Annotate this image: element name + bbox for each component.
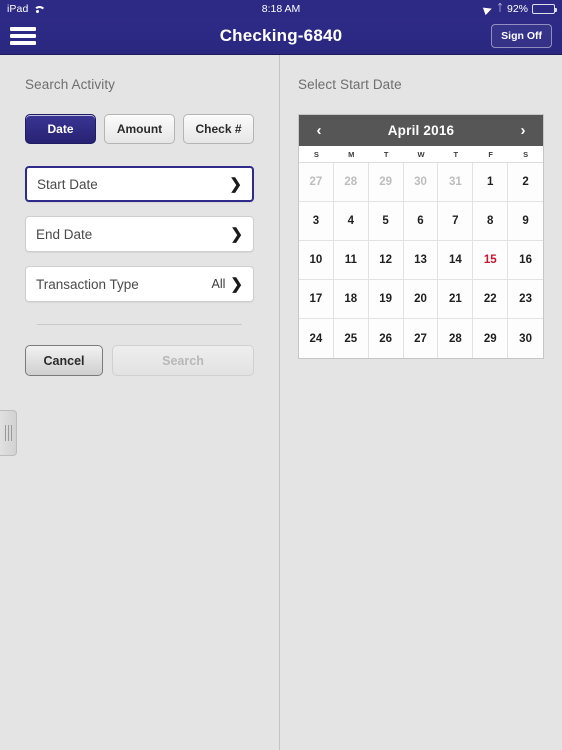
calendar-month-title: April 2016 [387, 123, 455, 138]
calendar-day[interactable]: 19 [368, 280, 404, 319]
calendar-day[interactable]: 6 [403, 202, 439, 241]
next-month-icon[interactable]: › [515, 123, 531, 138]
calendar-weekday-1: M [348, 150, 355, 159]
calendar-day[interactable]: 21 [438, 280, 474, 319]
calendar-day[interactable]: 28 [438, 319, 474, 358]
calendar-day[interactable]: 20 [403, 280, 439, 319]
calendar-day[interactable]: 25 [333, 319, 369, 358]
calendar-day[interactable]: 9 [508, 202, 543, 241]
calendar-day[interactable]: 30 [508, 319, 543, 358]
calendar-weekday-0: S [313, 150, 319, 159]
page-title: Checking-6840 [219, 26, 343, 45]
status-bar-right: ᛏ 92% [484, 3, 557, 15]
location-arrow-icon [484, 5, 493, 14]
calendar-day-adjacent: 28 [333, 163, 369, 202]
calendar-day[interactable]: 23 [508, 280, 543, 319]
form-divider [37, 324, 242, 325]
sign-off-button[interactable]: Sign Off [491, 24, 552, 48]
calendar-day[interactable]: 29 [473, 319, 509, 358]
segment-date-button[interactable]: Date [25, 114, 96, 144]
calendar: ‹ April 2016 › SMTWTFS 27 28 29 30 31 1 2 3 4 5 6 7… [298, 114, 544, 359]
calendar-day[interactable]: 8 [473, 202, 509, 241]
navigation-bar: Checking-6840 Sign Off [0, 18, 562, 55]
calendar-day-adjacent: 27 [299, 163, 334, 202]
calendar-day[interactable]: 22 [473, 280, 509, 319]
chevron-right-icon: ❯ [229, 175, 242, 193]
calendar-day[interactable]: 18 [333, 280, 369, 319]
calendar-day[interactable]: 2 [508, 163, 543, 202]
calendar-day[interactable]: 26 [368, 319, 404, 358]
end-date-label: End Date [36, 226, 93, 242]
calendar-weekday-header: SMTWTFS [299, 146, 543, 163]
hamburger-menu-icon[interactable] [10, 26, 36, 46]
calendar-weekday-6: S [523, 150, 529, 159]
calendar-day[interactable]: 27 [403, 319, 439, 358]
calendar-day[interactable]: 5 [368, 202, 404, 241]
calendar-day[interactable]: 17 [299, 280, 334, 319]
calendar-weekday-5: F [488, 150, 493, 159]
segment-check-number-button[interactable]: Check # [183, 114, 254, 144]
end-date-field[interactable]: End Date ❯ [25, 216, 254, 252]
search-button[interactable]: Search [112, 345, 254, 376]
search-activity-title: Search Activity [25, 77, 116, 92]
start-date-label: Start Date [37, 176, 98, 192]
wifi-icon [32, 5, 43, 14]
calendar-day[interactable]: 3 [299, 202, 334, 241]
transaction-type-field[interactable]: Transaction Type All ❯ [25, 266, 254, 302]
calendar-day[interactable]: 1 [473, 163, 509, 202]
calendar-day-grid: 27 28 29 30 31 1 2 3 4 5 6 7 8 9 10 11 12 13 14 15 16 17 18 19 2… [299, 163, 543, 358]
panel-drag-handle[interactable] [0, 410, 17, 456]
previous-month-icon[interactable]: ‹ [311, 123, 327, 138]
calendar-day[interactable]: 7 [438, 202, 474, 241]
bluetooth-icon: ᛏ [496, 3, 503, 14]
transaction-type-label: Transaction Type [36, 276, 139, 292]
calendar-day-adjacent: 29 [368, 163, 404, 202]
calendar-day[interactable]: 13 [403, 241, 439, 280]
calendar-day[interactable]: 16 [508, 241, 543, 280]
status-bar: iPad 8:18 AM ᛏ 92% [0, 0, 562, 18]
start-date-field[interactable]: Start Date ❯ [25, 166, 254, 202]
status-clock: 8:18 AM [261, 3, 301, 15]
battery-percent-label: 92% [506, 3, 528, 15]
calendar-day[interactable]: 12 [368, 241, 404, 280]
calendar-day-adjacent: 30 [403, 163, 439, 202]
date-picker-panel: Select Start Date ‹ April 2016 › S M T W T F S… [280, 55, 562, 750]
status-bar-left: iPad [7, 3, 43, 15]
search-activity-panel: Search Activity Date Amount Check # Star… [0, 55, 280, 750]
calendar-day[interactable]: 14 [438, 241, 474, 280]
calendar-day-adjacent: 31 [438, 163, 474, 202]
form-actions: Cancel Search [25, 345, 254, 376]
calendar-day[interactable]: 4 [333, 202, 369, 241]
transaction-type-value: All [211, 277, 226, 291]
status-carrier-label: iPad [7, 3, 29, 15]
search-type-segmented-control: Date Amount Check # [25, 114, 254, 144]
chevron-right-icon: ❯ [230, 275, 243, 293]
calendar-day[interactable]: 11 [333, 241, 369, 280]
content-area: Search Activity Date Amount Check # Star… [0, 55, 562, 750]
cancel-button[interactable]: Cancel [25, 345, 103, 376]
calendar-day[interactable]: 24 [299, 319, 334, 358]
segment-amount-button[interactable]: Amount [104, 114, 175, 144]
calendar-day[interactable]: 15 [473, 241, 509, 280]
chevron-right-icon: ❯ [230, 225, 243, 243]
select-start-date-title: Select Start Date [298, 77, 402, 92]
calendar-day[interactable]: 10 [299, 241, 334, 280]
battery-icon [532, 4, 557, 14]
calendar-weekday-3: W [417, 150, 425, 159]
calendar-header: ‹ April 2016 › [299, 115, 543, 146]
calendar-weekday-2: T [383, 150, 389, 159]
calendar-weekday-4: T [453, 150, 459, 159]
